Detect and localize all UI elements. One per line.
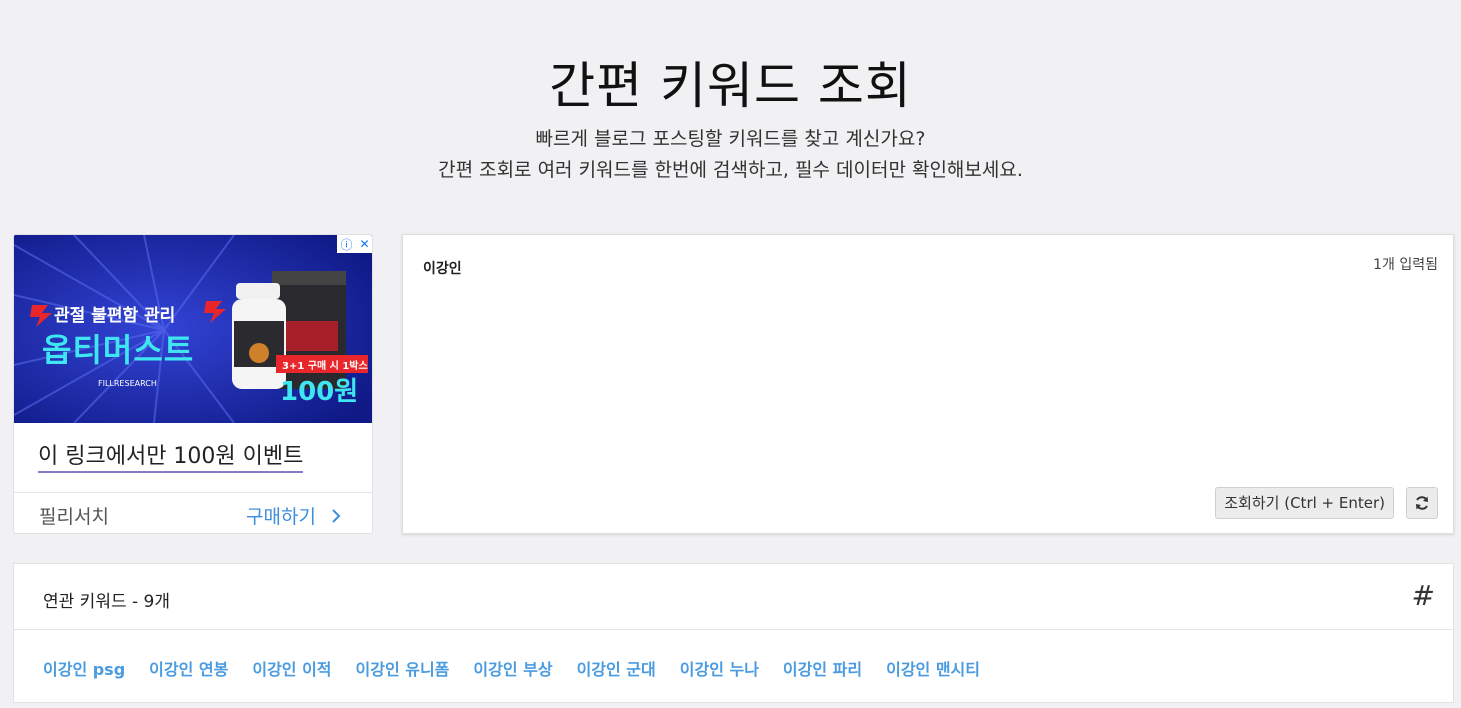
ad-card[interactable]: 관절 불편함 관리 옵티머스트 FILLRESEARCH 3+1 구매 시 1박… [13, 234, 373, 534]
related-keyword[interactable]: 이강인 군대 [577, 656, 656, 680]
info-icon[interactable]: ⓘ [340, 236, 352, 253]
keyword-input-area[interactable]: 이강인 1개 입력됨 조회하기 (Ctrl + Enter) [402, 234, 1454, 534]
ad-offer: 3+1 구매 시 1박스 [282, 361, 368, 372]
input-count-label: 1개 입력됨 [1373, 257, 1438, 273]
ad-choices-badge[interactable]: ⓘ ✕ [337, 235, 372, 253]
ad-buy-button[interactable]: 구매하기 [246, 502, 342, 529]
related-keyword[interactable]: 이강인 유니폼 [356, 656, 450, 680]
hash-icon[interactable]: # [1412, 579, 1435, 612]
keyword-input-text[interactable]: 이강인 [423, 258, 462, 278]
related-keyword-list: 이강인 psg 이강인 연봉 이강인 이적 이강인 유니폼 이강인 부상 이강인… [43, 656, 1004, 680]
related-keywords-title: 연관 키워드 - 9개 [43, 592, 171, 612]
ad-price: 100원 [280, 377, 359, 407]
refresh-icon [1416, 496, 1428, 510]
refresh-button[interactable] [1406, 487, 1438, 519]
related-keyword[interactable]: 이강인 부상 [473, 656, 552, 680]
page-subtitle-line2: 간편 조회로 여러 키워드를 한번에 검색하고, 필수 데이터만 확인해보세요. [438, 159, 1023, 181]
related-keyword[interactable]: 이강인 누나 [680, 656, 759, 680]
related-keyword[interactable]: 이강인 이적 [252, 656, 331, 680]
ad-headline-top: 관절 불편함 관리 [54, 306, 176, 326]
related-keyword[interactable]: 이강인 연봉 [149, 656, 228, 680]
close-icon[interactable]: ✕ [359, 237, 369, 251]
related-keyword[interactable]: 이강인 파리 [783, 656, 862, 680]
page-title: 간편 키워드 조회 [549, 57, 912, 115]
related-keywords-panel: 연관 키워드 - 9개 # 이강인 psg 이강인 연봉 이강인 이적 이강인 … [13, 563, 1454, 703]
ad-brand: FILLRESEARCH [98, 379, 157, 388]
related-keyword[interactable]: 이강인 맨시티 [886, 656, 980, 680]
chevron-right-icon [332, 509, 341, 523]
ad-image[interactable]: 관절 불편함 관리 옵티머스트 FILLRESEARCH 3+1 구매 시 1박… [14, 235, 372, 423]
ad-headline-main: 옵티머스트 [42, 331, 195, 369]
ad-footer: 필리서치 구매하기 [14, 492, 372, 533]
page-subtitle-line1: 빠르게 블로그 포스팅할 키워드를 찾고 계신가요? [535, 128, 926, 150]
related-keywords-header: 연관 키워드 - 9개 # [14, 564, 1453, 630]
ad-advertiser: 필리서치 [39, 506, 109, 528]
ad-buy-label: 구매하기 [246, 506, 316, 528]
ad-link[interactable]: 이 링크에서만 100원 이벤트 [38, 438, 304, 473]
related-keyword[interactable]: 이강인 psg [43, 656, 125, 680]
query-button[interactable]: 조회하기 (Ctrl + Enter) [1215, 487, 1394, 519]
